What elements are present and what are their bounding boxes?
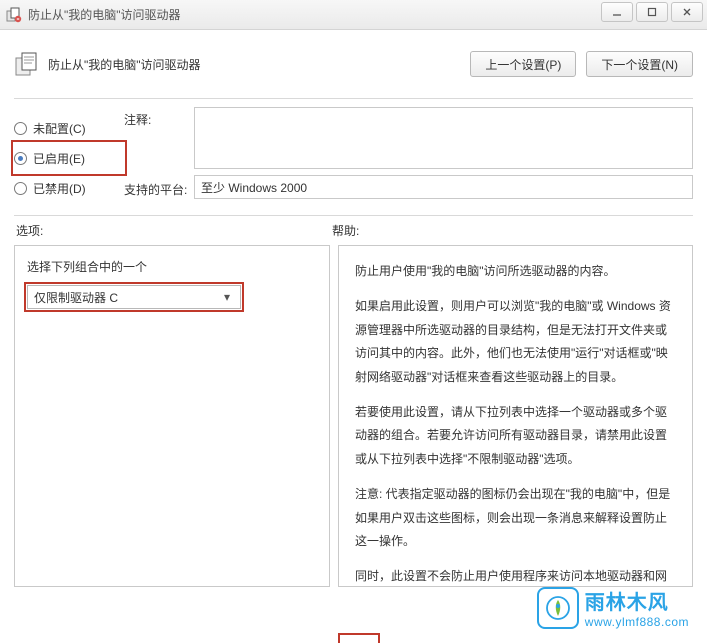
radio-icon xyxy=(14,152,27,165)
help-heading: 帮助: xyxy=(332,224,359,238)
radio-not-configured[interactable]: 未配置(C) xyxy=(14,113,124,143)
window-controls xyxy=(601,2,703,22)
help-paragraph: 注意: 代表指定驱动器的图标仍会出现在"我的电脑"中，但是如果用户双击这些图标，… xyxy=(355,483,676,553)
options-heading: 选项: xyxy=(16,224,43,238)
comment-label: 注释: xyxy=(124,107,194,128)
watermark: 雨林木风 www.ylmf888.com xyxy=(537,586,689,629)
platform-label: 支持的平台: xyxy=(124,177,194,198)
platform-field: 至少 Windows 2000 xyxy=(194,175,693,199)
radio-icon xyxy=(14,182,27,195)
radio-label: 未配置(C) xyxy=(33,120,86,137)
app-icon xyxy=(6,7,22,23)
watermark-brand: 雨林木风 xyxy=(585,586,689,615)
titlebar: 防止从"我的电脑"访问驱动器 xyxy=(0,0,707,30)
divider xyxy=(14,98,693,99)
maximize-button[interactable] xyxy=(636,2,668,22)
radio-group: 未配置(C) 已启用(E) 已禁用(D) xyxy=(14,107,124,205)
watermark-icon xyxy=(537,587,579,629)
combo-label: 选择下列组合中的一个 xyxy=(27,258,317,275)
window-title: 防止从"我的电脑"访问驱动器 xyxy=(28,6,181,23)
close-button[interactable] xyxy=(671,2,703,22)
radio-disabled[interactable]: 已禁用(D) xyxy=(14,173,124,203)
radio-label: 已禁用(D) xyxy=(33,180,86,197)
prev-setting-button[interactable]: 上一个设置(P) xyxy=(470,51,576,77)
combo-value: 仅限制驱动器 C xyxy=(34,289,220,306)
radio-label: 已启用(E) xyxy=(33,150,85,167)
radio-enabled[interactable]: 已启用(E) xyxy=(14,143,124,173)
help-panel: 防止用户使用"我的电脑"访问所选驱动器的内容。 如果启用此设置，则用户可以浏览"… xyxy=(338,245,693,587)
comment-textarea[interactable] xyxy=(194,107,693,169)
help-paragraph: 若要使用此设置，请从下拉列表中选择一个驱动器或多个驱动器的组合。若要允许访问所有… xyxy=(355,401,676,471)
page-title: 防止从"我的电脑"访问驱动器 xyxy=(48,56,470,73)
radio-icon xyxy=(14,122,27,135)
help-paragraph: 如果启用此设置，则用户可以浏览"我的电脑"或 Windows 资源管理器中所选驱… xyxy=(355,295,676,389)
divider xyxy=(14,215,693,216)
options-panel: 选择下列组合中的一个 仅限制驱动器 C ▾ xyxy=(14,245,330,587)
help-paragraph: 防止用户使用"我的电脑"访问所选驱动器的内容。 xyxy=(355,260,676,283)
drive-restriction-combo[interactable]: 仅限制驱动器 C ▾ xyxy=(27,285,241,309)
minimize-button[interactable] xyxy=(601,2,633,22)
next-setting-button[interactable]: 下一个设置(N) xyxy=(586,51,693,77)
watermark-url: www.ylmf888.com xyxy=(585,615,689,629)
highlight-stub xyxy=(338,633,380,643)
policy-icon xyxy=(14,50,42,78)
header-row: 防止从"我的电脑"访问驱动器 上一个设置(P) 下一个设置(N) xyxy=(14,40,693,88)
chevron-down-icon: ▾ xyxy=(220,290,234,304)
help-paragraph: 同时，此设置不会防止用户使用程序来访问本地驱动器和网络驱动器。也不会防止他们使用… xyxy=(355,565,676,587)
